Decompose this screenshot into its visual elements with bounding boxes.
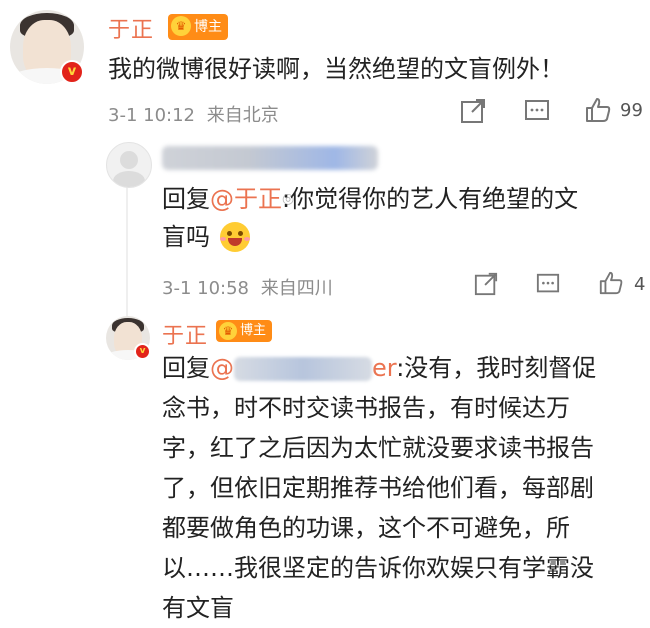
thumbs-up-icon[interactable]: [584, 96, 612, 124]
reply2-line4: 了，但依旧定期推荐书给他们看，每部剧: [162, 474, 594, 502]
reply2-line2: 念书，时不时交读书报告，有时候达万: [162, 394, 570, 422]
laughing-emoji-icon: [220, 222, 250, 252]
comment-icon[interactable]: [524, 98, 550, 124]
mention-link[interactable]: @于正: [210, 185, 282, 213]
verified-badge-icon: v: [60, 60, 84, 84]
mention-suffix: er: [372, 354, 397, 382]
reply-prefix: 回复: [162, 185, 210, 213]
reply1-meta: 3-1 10:58 来自四川: [162, 274, 333, 300]
blogger-badge-label: 博主: [194, 19, 222, 35]
author-name[interactable]: 于正: [108, 12, 154, 44]
thumbs-up-icon[interactable]: [598, 270, 624, 296]
verified-badge-icon: v: [134, 343, 151, 360]
post-location: 来自北京: [206, 105, 279, 126]
post-time: 3-1 10:12: [108, 105, 195, 126]
mention-at: @: [210, 354, 234, 382]
crown-icon: ♛: [219, 322, 237, 340]
share-icon[interactable]: [474, 272, 498, 296]
reply1-time: 3-1 10:58: [162, 278, 249, 299]
reply1-location: 来自四川: [260, 278, 333, 299]
reply1-like-count: 4: [634, 274, 646, 295]
reply1-line1: :你觉得你的艺人有绝望的文: [282, 185, 579, 213]
reply2-line6: 以……我很坚定的告诉你欢娱只有学霸没: [162, 554, 594, 582]
reply2-line5: 都要做角色的功课，这个不可避免，所: [162, 514, 570, 542]
post-text: 我的微博很好读啊，当然绝望的文盲例外！: [108, 55, 564, 83]
mention-redacted: [234, 357, 372, 381]
reply1-line2: 盲吗: [162, 223, 210, 251]
reply2-author-name[interactable]: 于正: [162, 318, 208, 350]
blogger-badge: ♛ 博主: [216, 320, 273, 342]
thread-line: [126, 170, 128, 320]
reply2-line1: :没有，我时刻督促: [396, 354, 597, 382]
reply2-line3: 字，红了之后因为太忙就没要求读书报告: [162, 434, 594, 462]
blogger-badge: ♛ 博主: [168, 14, 228, 40]
blogger-badge-label: 博主: [240, 323, 267, 338]
mention-link[interactable]: @ er: [210, 354, 396, 382]
replier-name-redacted: [162, 146, 378, 170]
crown-icon: ♛: [171, 16, 191, 36]
watermark: ◎: [282, 191, 295, 207]
reply2-line7: 有文盲: [162, 594, 234, 622]
post-meta: 3-1 10:12 来自北京: [108, 101, 279, 127]
reply2-text: 回复@ er:没有，我时刻督促 念书，时不时交读书报告，有时候达万 字，红了之后因…: [162, 348, 642, 628]
reply-prefix: 回复: [162, 354, 210, 382]
share-icon[interactable]: [460, 98, 486, 124]
comment-icon[interactable]: [536, 272, 560, 296]
replier-avatar[interactable]: [106, 142, 152, 188]
like-count: 99: [620, 100, 643, 121]
